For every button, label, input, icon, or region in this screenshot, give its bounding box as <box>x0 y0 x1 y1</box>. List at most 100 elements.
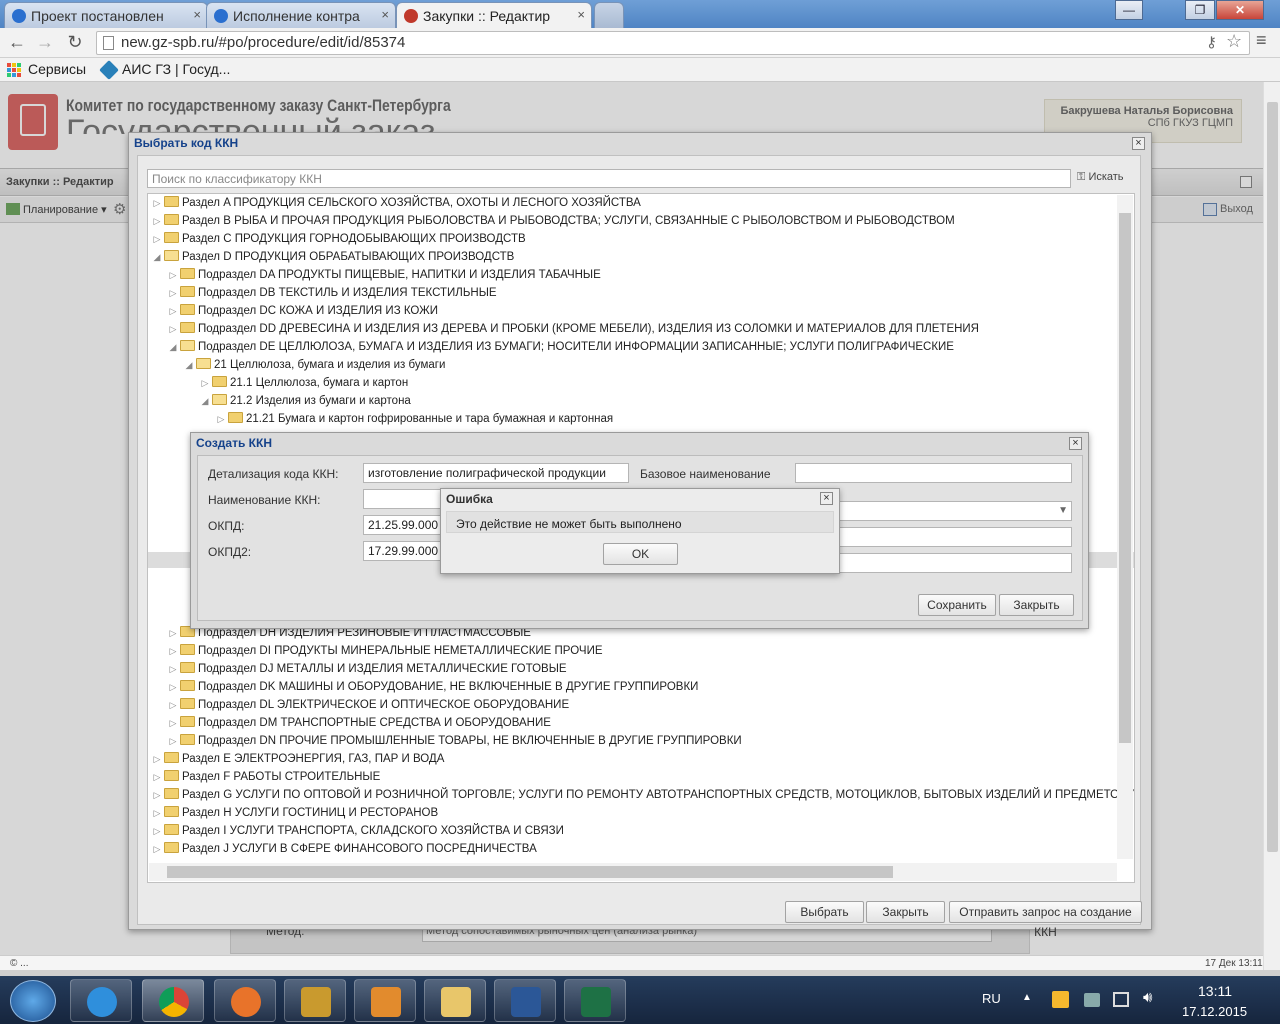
clock-date[interactable]: 17.12.2015 <box>1182 1004 1247 1019</box>
tree-node[interactable]: ▷ Раздел C ПРОДУКЦИЯ ГОРНОДОБЫВАЮЩИХ ПРОИ… <box>150 230 526 248</box>
taskbar-firefox[interactable] <box>214 979 276 1022</box>
key-icon[interactable]: ⚷ <box>1206 33 1217 51</box>
tree-node[interactable]: ▷ Подраздел DI ПРОДУКТЫ МИНЕРАЛЬНЫЕ НЕМЕТ… <box>150 642 603 660</box>
close-icon[interactable]: × <box>193 7 201 22</box>
star-icon[interactable]: ☆ <box>1226 31 1242 52</box>
ok-button[interactable]: OK <box>603 543 678 565</box>
tree-node[interactable]: ◢ 21.2 Изделия из бумаги и картона <box>150 392 411 410</box>
taskbar-outlook[interactable] <box>354 979 416 1022</box>
bookmark-ais[interactable]: АИС ГЗ | Госуд... <box>122 61 230 77</box>
tab-project[interactable]: Проект постановлен × <box>4 2 208 28</box>
tree-node[interactable]: ▷ Раздел A ПРОДУКЦИЯ СЕЛЬСКОГО ХОЗЯЙСТВА,… <box>150 194 641 212</box>
start-button[interactable] <box>10 980 56 1022</box>
expand-closed-icon[interactable]: ▷ <box>150 212 164 230</box>
tree-node[interactable]: ▷ 21.1 Целлюлоза, бумага и картон <box>150 374 408 392</box>
tray-update-icon[interactable] <box>1084 993 1100 1007</box>
expand-closed-icon[interactable]: ▷ <box>150 804 164 822</box>
tree-node[interactable]: ▷ Раздел I УСЛУГИ ТРАНСПОРТА, СКЛАДСКОГО … <box>150 822 564 840</box>
expand-closed-icon[interactable]: ▷ <box>166 732 180 750</box>
tree-node[interactable]: ▷ Раздел J УСЛУГИ В СФЕРЕ ФИНАНСОВОГО ПОС… <box>150 840 537 858</box>
language-indicator[interactable]: RU <box>982 991 1001 1006</box>
clock-time[interactable]: 13:11 <box>1198 983 1232 999</box>
taskbar-app[interactable] <box>284 979 346 1022</box>
new-tab-button[interactable] <box>594 2 624 28</box>
close-icon[interactable]: × <box>1132 137 1145 150</box>
expand-open-icon[interactable]: ◢ <box>166 338 180 356</box>
expand-closed-icon[interactable]: ▷ <box>150 194 164 212</box>
expand-closed-icon[interactable]: ▷ <box>166 696 180 714</box>
tab-procurement[interactable]: Закупки :: Редактир × <box>396 2 592 28</box>
tree-node[interactable]: ▷ Подраздел DC КОЖА И ИЗДЕЛИЯ ИЗ КОЖИ <box>150 302 438 320</box>
bookmark-apps[interactable]: Сервисы <box>28 61 86 77</box>
page-scrollbar[interactable] <box>1263 82 1280 970</box>
tree-node[interactable]: ▷ Раздел G УСЛУГИ ПО ОПТОВОЙ И РОЗНИЧНОЙ … <box>150 786 1134 804</box>
tree-node[interactable]: ◢ Раздел D ПРОДУКЦИЯ ОБРАБАТЫВАЮЩИХ ПРОИЗ… <box>150 248 514 266</box>
expand-closed-icon[interactable]: ▷ <box>150 230 164 248</box>
taskbar-word[interactable] <box>494 979 556 1022</box>
taskbar-ie[interactable] <box>70 979 132 1022</box>
search-button[interactable]: ⚿ Искать <box>1077 171 1124 184</box>
base-name-field[interactable] <box>795 463 1072 483</box>
tree-node[interactable]: ▷ 21.21 Бумага и картон гофрированные и т… <box>150 410 613 428</box>
address-bar[interactable]: new.gz-spb.ru/#po/procedure/edit/id/8537… <box>96 31 1250 55</box>
detail-field[interactable]: изготовление полиграфической продукции <box>363 463 629 483</box>
tree-node[interactable]: ▷ Раздел E ЭЛЕКТРОЭНЕРГИЯ, ГАЗ, ПАР И ВОД… <box>150 750 444 768</box>
expand-closed-icon[interactable]: ▷ <box>150 786 164 804</box>
tree-node[interactable]: ▷ Подраздел DK МАШИНЫ И ОБОРУДОВАНИЕ, НЕ … <box>150 678 698 696</box>
tree-hscroll[interactable] <box>149 863 1117 881</box>
tree-node[interactable]: ▷ Подраздел DN ПРОЧИЕ ПРОМЫШЛЕННЫЕ ТОВАРЫ… <box>150 732 742 750</box>
volume-icon[interactable]: 🔊︎ <box>1143 989 1152 1006</box>
expand-closed-icon[interactable]: ▷ <box>166 302 180 320</box>
expand-closed-icon[interactable]: ▷ <box>166 624 180 642</box>
taskbar-chrome[interactable] <box>142 979 204 1022</box>
tree-node[interactable]: ▷ Раздел B РЫБА И ПРОЧАЯ ПРОДУКЦИЯ РЫБОЛО… <box>150 212 955 230</box>
expand-open-icon[interactable]: ◢ <box>182 356 196 374</box>
expand-open-icon[interactable]: ◢ <box>150 248 164 266</box>
back-icon[interactable]: ← <box>6 32 28 54</box>
save-button[interactable]: Сохранить <box>918 594 996 616</box>
expand-closed-icon[interactable]: ▷ <box>166 642 180 660</box>
tab-contract[interactable]: Исполнение контра × <box>206 2 396 28</box>
taskbar-explorer[interactable] <box>424 979 486 1022</box>
close-button[interactable]: Закрыть <box>999 594 1074 616</box>
expand-closed-icon[interactable]: ▷ <box>214 410 228 428</box>
send-request-button[interactable]: Отправить запрос на создание ККН <box>949 901 1142 939</box>
tree-node[interactable]: ▷ Подраздел DL ЭЛЕКТРИЧЕСКОЕ И ОПТИЧЕСКОЕ… <box>150 696 569 714</box>
close-icon[interactable]: × <box>381 7 389 22</box>
tree-vscroll[interactable] <box>1117 195 1133 859</box>
expand-closed-icon[interactable]: ▷ <box>198 374 212 392</box>
expand-closed-icon[interactable]: ▷ <box>166 678 180 696</box>
tree-node[interactable]: ▷ Подраздел DM ТРАНСПОРТНЫЕ СРЕДСТВА И ОБ… <box>150 714 551 732</box>
expand-closed-icon[interactable]: ▷ <box>166 660 180 678</box>
reload-icon[interactable]: ↻ <box>64 32 86 54</box>
tray-expand-icon[interactable]: ▲ <box>1022 992 1032 1003</box>
tree-node[interactable]: ▷ Подраздел DA ПРОДУКТЫ ПИЩЕВЫЕ, НАПИТКИ … <box>150 266 601 284</box>
tree-node[interactable]: ▷ Подраздел DJ МЕТАЛЛЫ И ИЗДЕЛИЯ МЕТАЛЛИЧ… <box>150 660 567 678</box>
tree-node[interactable]: ▷ Раздел F РАБОТЫ СТРОИТЕЛЬНЫЕ <box>150 768 380 786</box>
tree-node[interactable]: ◢ Подраздел DE ЦЕЛЛЮЛОЗА, БУМАГА И ИЗДЕЛИ… <box>150 338 954 356</box>
expand-closed-icon[interactable]: ▷ <box>150 840 164 858</box>
tree-node[interactable]: ◢ 21 Целлюлоза, бумага и изделия из бумаг… <box>150 356 445 374</box>
tray-app-icon[interactable] <box>1052 991 1069 1008</box>
close-icon[interactable]: × <box>820 492 833 505</box>
taskbar-excel[interactable] <box>564 979 626 1022</box>
tree-node[interactable]: ▷ Подраздел DB ТЕКСТИЛЬ И ИЗДЕЛИЯ ТЕКСТИЛ… <box>150 284 497 302</box>
kkn-search-input[interactable]: Поиск по классификатору ККН <box>147 169 1071 188</box>
expand-closed-icon[interactable]: ▷ <box>166 714 180 732</box>
expand-closed-icon[interactable]: ▷ <box>150 822 164 840</box>
tree-node[interactable]: ▷ Подраздел DD ДРЕВЕСИНА И ИЗДЕЛИЯ ИЗ ДЕР… <box>150 320 979 338</box>
close-icon[interactable]: × <box>1069 437 1082 450</box>
expand-closed-icon[interactable]: ▷ <box>150 768 164 786</box>
restore-button[interactable]: ❐ <box>1185 0 1215 20</box>
menu-icon[interactable]: ≡ <box>1256 30 1267 51</box>
close-icon[interactable]: × <box>577 7 585 22</box>
tree-node[interactable]: ▷ Раздел H УСЛУГИ ГОСТИНИЦ И РЕСТОРАНОВ <box>150 804 438 822</box>
expand-closed-icon[interactable]: ▷ <box>150 750 164 768</box>
expand-closed-icon[interactable]: ▷ <box>166 266 180 284</box>
expand-closed-icon[interactable]: ▷ <box>166 320 180 338</box>
select-button[interactable]: Выбрать <box>785 901 864 923</box>
minimize-button[interactable]: — <box>1115 0 1143 20</box>
expand-closed-icon[interactable]: ▷ <box>166 284 180 302</box>
window-close-button[interactable]: ✕ <box>1216 0 1264 20</box>
expand-open-icon[interactable]: ◢ <box>198 392 212 410</box>
